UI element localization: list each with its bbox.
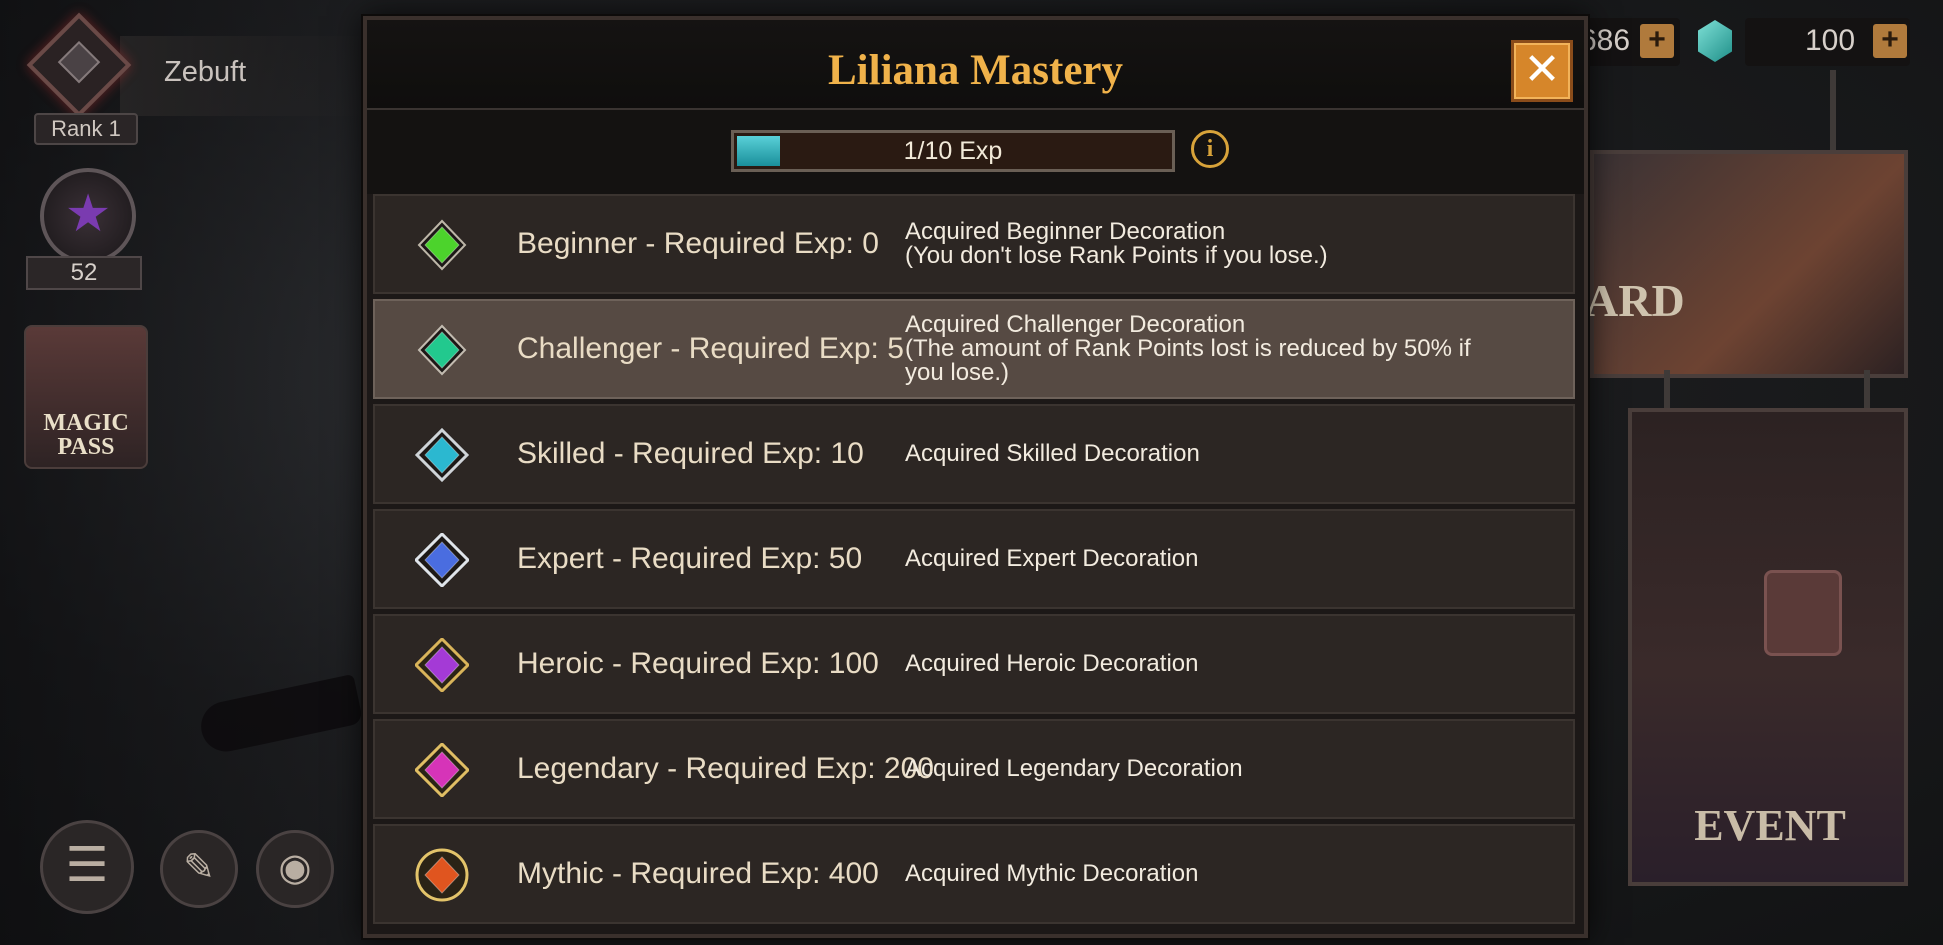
modal-title: Liliana Mastery (828, 47, 1123, 94)
deck-edit-button[interactable]: ✎ (160, 830, 238, 908)
player-name: Zebuft (164, 56, 247, 88)
level-star-icon[interactable]: ★ (40, 168, 136, 264)
tier-row-skilled[interactable]: Skilled - Required Exp: 10 Acquired Skil… (373, 404, 1575, 504)
heroic-gem-icon (413, 636, 471, 694)
tier-reward: Acquired Expert Decoration (905, 511, 1505, 607)
tier-name: Beginner - Required Exp: 0 (517, 227, 879, 260)
legendary-gem-icon (413, 741, 471, 799)
mastery-modal: Liliana Mastery ✕ 1/10 Exp i Beginner - … (363, 16, 1588, 938)
mastery-tier-list: Beginner - Required Exp: 0 Acquired Begi… (373, 194, 1575, 929)
tier-reward: Acquired Beginner Decoration (You don't … (905, 196, 1505, 292)
beginner-gem-icon (415, 218, 469, 272)
chain-decoration (1864, 370, 1870, 410)
mythic-gem-icon (415, 848, 469, 902)
tier-reward: Acquired Skilled Decoration (905, 406, 1505, 502)
expert-gem-icon (413, 531, 471, 589)
tier-row-challenger[interactable]: Challenger - Required Exp: 5 Acquired Ch… (373, 299, 1575, 399)
tier-name: Legendary - Required Exp: 200 (517, 752, 934, 785)
tier-reward: Acquired Heroic Decoration (905, 616, 1505, 712)
reward-text: Acquired Expert Decoration (905, 545, 1199, 572)
tier-row-beginner[interactable]: Beginner - Required Exp: 0 Acquired Begi… (373, 194, 1575, 294)
padlock-icon (1764, 570, 1842, 656)
pen-icon: ✎ (183, 847, 215, 889)
info-icon[interactable]: i (1191, 130, 1229, 168)
board-card[interactable] (1590, 150, 1908, 378)
tier-name: Heroic - Required Exp: 100 (517, 647, 879, 680)
chain-decoration (1830, 70, 1836, 150)
tier-row-legendary[interactable]: Legendary - Required Exp: 200 Acquired L… (373, 719, 1575, 819)
exp-label: 1/10 Exp (903, 137, 1003, 165)
modal-header: Liliana Mastery ✕ (367, 20, 1584, 110)
close-button[interactable]: ✕ (1511, 40, 1573, 102)
tier-name: Expert - Required Exp: 50 (517, 542, 863, 575)
player-strip (120, 36, 380, 116)
tier-row-heroic[interactable]: Heroic - Required Exp: 100 Acquired Hero… (373, 614, 1575, 714)
tier-reward: Acquired Mythic Decoration (905, 826, 1505, 922)
reward-text: Acquired Beginner Decoration (905, 218, 1226, 245)
tier-reward: Acquired Legendary Decoration (905, 721, 1505, 817)
hamburger-icon: ☰ (65, 839, 109, 892)
tier-reward: Acquired Challenger Decoration (The amou… (905, 301, 1505, 397)
rank-label: Rank 1 (34, 113, 138, 145)
reward-note: (You don't lose Rank Points if you lose.… (905, 242, 1328, 269)
game-mode-button[interactable]: ◉ (256, 830, 334, 908)
tier-row-expert[interactable]: Expert - Required Exp: 50 Acquired Exper… (373, 509, 1575, 609)
gem-value: 100 (1805, 24, 1856, 57)
tier-name: Skilled - Required Exp: 10 (517, 437, 864, 470)
magic-pass-button[interactable]: MAGIC PASS (24, 325, 148, 469)
reward-text: Acquired Legendary Decoration (905, 755, 1243, 782)
reward-text: Acquired Heroic Decoration (905, 650, 1199, 677)
menu-button[interactable]: ☰ (40, 820, 134, 914)
tier-name: Mythic - Required Exp: 400 (517, 857, 879, 890)
add-gold-button[interactable]: + (1640, 24, 1674, 58)
tier-row-mythic[interactable]: Mythic - Required Exp: 400 Acquired Myth… (373, 824, 1575, 924)
challenger-gem-icon (415, 323, 469, 377)
chain-decoration (1664, 370, 1670, 410)
gamepad-icon: ◉ (278, 847, 312, 889)
reward-text: Acquired Skilled Decoration (905, 440, 1200, 467)
reward-note: (The amount of Rank Points lost is reduc… (905, 335, 1471, 386)
reward-text: Acquired Challenger Decoration (905, 311, 1246, 338)
event-label: EVENT (1694, 801, 1846, 850)
player-level: 52 (26, 256, 142, 290)
reward-text: Acquired Mythic Decoration (905, 860, 1199, 887)
skilled-gem-icon (414, 427, 470, 483)
add-gems-button[interactable]: + (1873, 24, 1907, 58)
exp-progress-bar: 1/10 Exp (731, 130, 1175, 172)
board-label: ARD (1585, 275, 1685, 326)
tier-name: Challenger - Required Exp: 5 (517, 332, 904, 365)
gem-icon (1698, 20, 1732, 62)
exp-area: 1/10 Exp i (367, 110, 1584, 194)
magic-pass-label: MAGIC PASS (43, 410, 129, 460)
